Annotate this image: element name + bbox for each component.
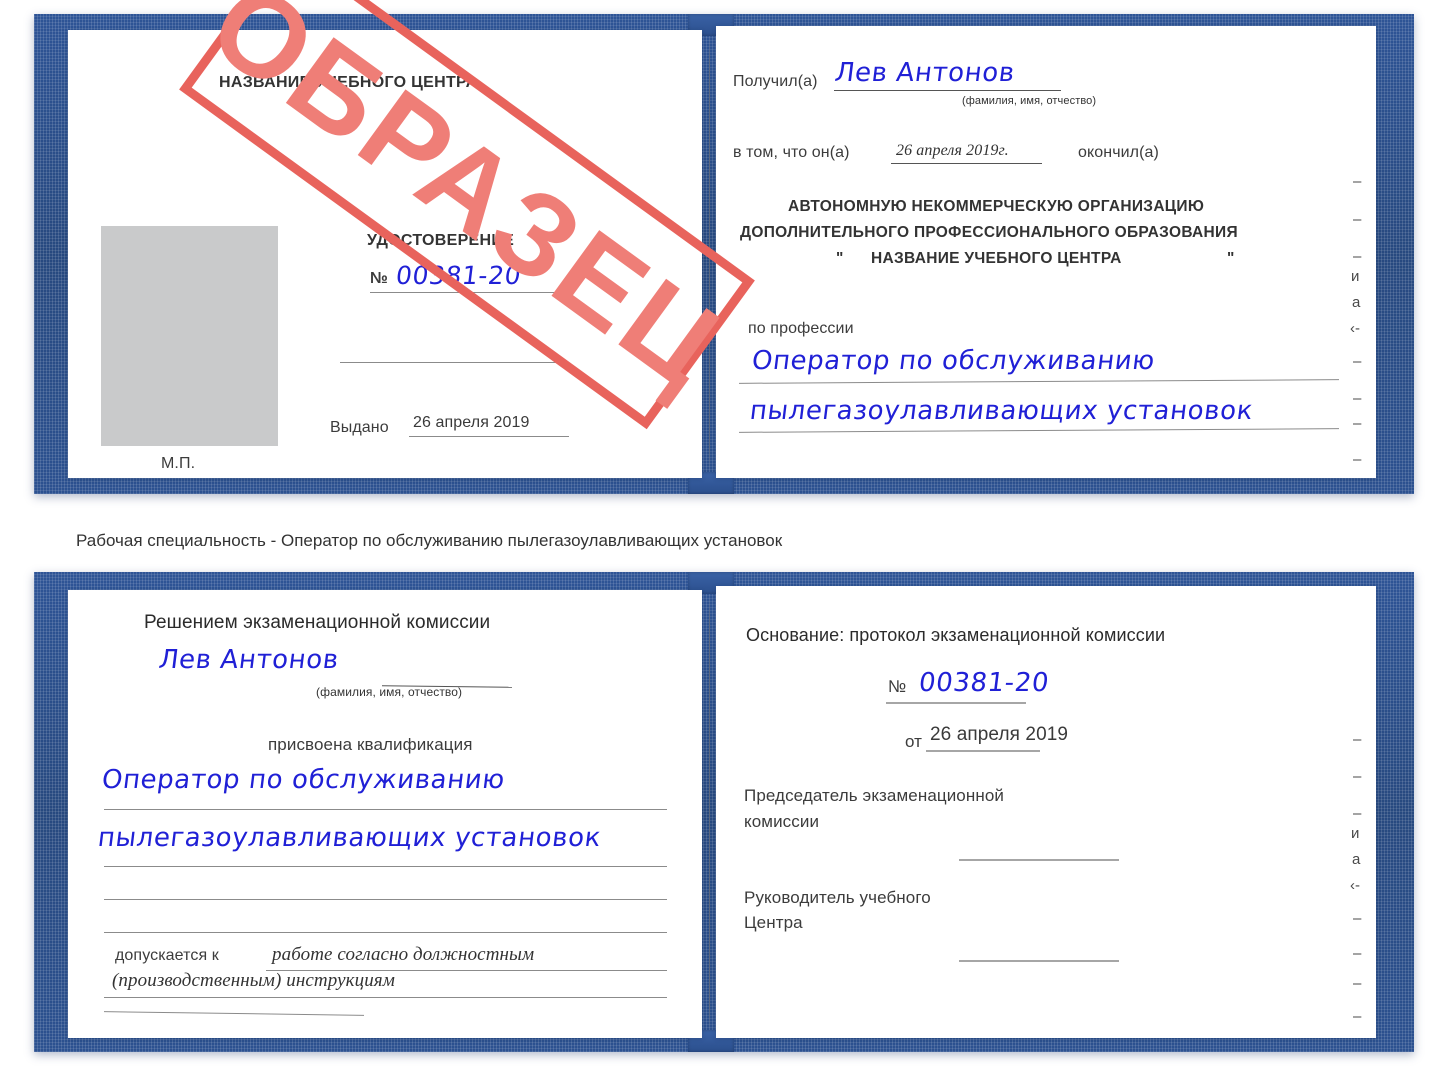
profession-value-line-2: пылегазоулавливающих установок (748, 396, 1255, 426)
issued-label: Выдано (330, 419, 389, 436)
edge-fragment: – (1353, 1008, 1362, 1025)
organization-line-3: НАЗВАНИЕ УЧЕБНОГО ЦЕНТРА (871, 250, 1122, 267)
head-label-line-2: Центра (744, 913, 803, 932)
edge-fragment: ‹- (1350, 877, 1360, 894)
qualification-rule-1 (104, 809, 667, 810)
edge-fragment: – (1353, 805, 1362, 822)
page-caption: Рабочая специальность - Оператор по обсл… (76, 531, 783, 550)
received-name-rule (834, 90, 1061, 91)
received-name-value: Лев Антонов (833, 58, 1017, 88)
profession-value-line-1: Оператор по обслуживанию (750, 346, 1157, 376)
qualification-rule-2 (104, 866, 667, 867)
basis-label: Основание: протокол экзаменационной коми… (746, 625, 1166, 645)
edge-fragment: – (1353, 415, 1362, 432)
that-he-date-value: 26 апреля 2019г. (896, 142, 1009, 159)
admitted-rule-2 (104, 997, 667, 998)
organization-line-1: АВТОНОМНУЮ НЕКОММЕРЧЕСКУЮ ОРГАНИЗАЦИЮ (788, 198, 1205, 215)
edge-fragment: – (1353, 910, 1362, 927)
edge-fragment: ‹- (1350, 320, 1360, 337)
head-label-line-1: Руководитель учебного (744, 888, 931, 907)
qualification-rule-3 (104, 899, 667, 900)
issued-value: 26 апреля 2019 (413, 414, 530, 431)
chairman-label-line-1: Председатель экзаменационной (744, 786, 1004, 805)
admitted-value-line-1: работе согласно должностным (272, 944, 535, 965)
qualification-value-line-2: пылегазоулавливающих установок (96, 823, 603, 853)
document-type-label: УДОСТОВЕРЕНИЕ (367, 232, 515, 249)
seal-place-label: М.П. (161, 455, 196, 472)
qualification-rule-4 (104, 932, 667, 933)
organization-quote-open: " (836, 250, 844, 267)
edge-fragment: и (1351, 825, 1360, 842)
name-hint-bottom: (фамилия, имя, отчество) (316, 685, 463, 699)
photo-placeholder (101, 226, 278, 446)
chairman-signature-rule (959, 859, 1119, 861)
training-center-title: НАЗВАНИЕ УЧЕБНОГО ЦЕНТРА (219, 74, 478, 91)
profession-label: по профессии (748, 320, 854, 337)
admitted-value-line-2: (производственным) инструкциям (112, 970, 395, 991)
protocol-date-rule (926, 750, 1040, 752)
qualification-value-line-1: Оператор по обслуживанию (100, 765, 507, 795)
certificate-blank-rule (340, 362, 568, 363)
edge-fragment: – (1353, 211, 1362, 228)
edge-fragment: – (1353, 353, 1362, 370)
name-hint-top: (фамилия, имя, отчество) (962, 95, 1097, 107)
received-label: Получил(а) (733, 73, 818, 90)
chairman-label-line-2: комиссии (744, 812, 820, 831)
edge-fragment: а (1352, 294, 1361, 311)
commission-decision-title: Решением экзаменационной комиссии (144, 612, 491, 633)
finished-label: окончил(а) (1078, 144, 1159, 161)
organization-quote-close: " (1227, 250, 1235, 267)
edge-fragment: – (1353, 731, 1362, 748)
certificate-number-rule (370, 292, 569, 293)
admitted-label: допускается к (115, 947, 219, 964)
protocol-date-value: 26 апреля 2019 (930, 724, 1069, 745)
organization-line-2: ДОПОЛНИТЕЛЬНОГО ПРОФЕССИОНАЛЬНОГО ОБРАЗО… (740, 224, 1238, 241)
certificate-number-label: № (370, 270, 388, 287)
protocol-number-value: 00381-20 (917, 668, 1051, 698)
protocol-date-label: от (905, 732, 923, 751)
edge-fragment: – (1353, 975, 1362, 992)
edge-fragment: – (1353, 173, 1362, 190)
edge-fragment: а (1352, 851, 1361, 868)
edge-fragment: – (1353, 451, 1362, 468)
that-he-rule (891, 163, 1042, 164)
certificate-number-value: 00381-20 (394, 261, 523, 290)
edge-fragment: – (1353, 248, 1362, 265)
certificate-top-fold (709, 36, 710, 472)
edge-fragment: – (1353, 945, 1362, 962)
qualification-label: присвоена квалификация (268, 735, 473, 754)
graduate-name-value: Лев Антонов (157, 645, 341, 675)
edge-fragment: – (1353, 768, 1362, 785)
issued-rule (409, 436, 569, 437)
head-signature-rule (959, 960, 1119, 962)
edge-fragment: и (1351, 268, 1360, 285)
that-he-label: в том, что он(а) (733, 144, 850, 161)
protocol-number-label: № (888, 677, 907, 696)
protocol-number-rule (886, 702, 1026, 704)
edge-fragment: – (1353, 390, 1362, 407)
certificate-bottom-fold (709, 596, 710, 1032)
